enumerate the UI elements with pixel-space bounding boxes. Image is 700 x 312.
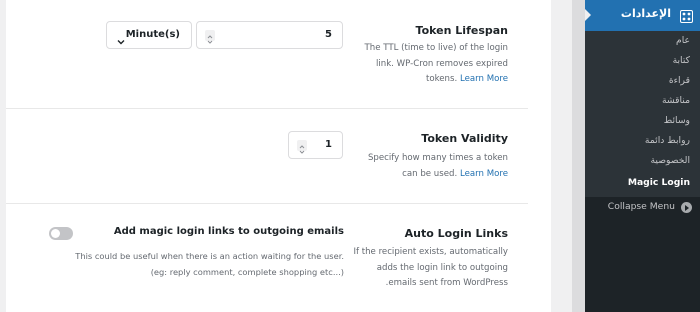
token-lifespan-desc-line: The TTL (time to live) of the login xyxy=(364,43,508,53)
token-lifespan-description: The TTL (time to live) of the login link… xyxy=(348,41,508,88)
settings-submenu: عام كتابة قراءة مناقشة وسائط روابط دائمة… xyxy=(585,31,700,197)
token-lifespan-input[interactable]: 5 xyxy=(196,21,343,49)
collapse-menu-button[interactable]: Collapse Menu xyxy=(585,197,700,219)
auto-login-title: Auto Login Links xyxy=(404,227,508,240)
lifespan-unit-select[interactable]: Minute(s) xyxy=(106,21,192,49)
settings-icon xyxy=(680,8,693,23)
divider xyxy=(6,203,528,204)
token-lifespan-desc-line: link. WP-Cron removes expired xyxy=(375,58,508,69)
collapse-icon xyxy=(681,202,692,213)
sidebar-item-privacy[interactable]: الخصوصية xyxy=(651,155,691,166)
token-lifespan-desc-tail: tokens. xyxy=(425,74,458,84)
token-validity-description: Specify how many times a token can be us… xyxy=(358,151,508,182)
sidebar-item-media[interactable]: وسائط xyxy=(664,115,690,126)
admin-sidebar: الإعدادات عام كتابة قراءة مناقشة وسائط ر… xyxy=(585,0,700,312)
auto-login-desc-line: adds the login link to outgoing xyxy=(376,262,508,273)
divider xyxy=(6,108,528,109)
auto-login-toggle[interactable] xyxy=(49,227,73,240)
auto-login-option-description: This could be useful when there is an ac… xyxy=(64,248,344,280)
sidebar-item-settings[interactable]: الإعدادات xyxy=(585,0,700,31)
chevron-down-icon xyxy=(117,31,125,45)
auto-login-option-title: Add magic login links to outgoing emails xyxy=(113,226,344,237)
active-indicator xyxy=(585,9,591,21)
token-validity-title: Token Validity xyxy=(421,132,508,145)
stepper-icon[interactable] xyxy=(205,30,215,44)
sidebar-item-discussion[interactable]: مناقشة xyxy=(662,95,690,106)
token-lifespan-desc-line: tokens. Learn More xyxy=(348,72,508,88)
sidebar-item-general[interactable]: عام xyxy=(676,35,690,46)
lifespan-unit-label: Minute(s) xyxy=(125,29,180,40)
toggle-knob xyxy=(51,229,60,238)
token-lifespan-value: 5 xyxy=(325,29,332,40)
sidebar-item-reading[interactable]: قراءة xyxy=(669,75,690,86)
stepper-icon[interactable] xyxy=(297,140,307,154)
token-lifespan-learn-more-link[interactable]: Learn More xyxy=(460,74,508,84)
sidebar-item-magic-login[interactable]: Magic Login xyxy=(628,177,690,188)
token-validity-desc-tail: can be used. xyxy=(402,168,458,179)
sidebar-item-writing[interactable]: كتابة xyxy=(673,55,690,66)
token-validity-desc-line: Specify how many times a token xyxy=(367,153,508,163)
auto-login-description: If the recipient exists, automatically a… xyxy=(328,245,508,292)
token-validity-value: 1 xyxy=(325,139,332,150)
scrollbar-track[interactable] xyxy=(572,0,585,312)
sidebar-item-permalinks[interactable]: روابط دائمة xyxy=(645,135,690,146)
auto-login-desc-line: emails sent from WordPress. xyxy=(385,278,508,288)
sidebar-header-label: الإعدادات xyxy=(620,7,671,20)
token-lifespan-title: Token Lifespan xyxy=(415,24,508,37)
auto-login-option-desc-line: This could be useful when there is an ac… xyxy=(75,251,344,261)
token-validity-learn-more-link[interactable]: Learn More xyxy=(460,169,508,179)
auto-login-desc-line: If the recipient exists, automatically xyxy=(353,247,508,257)
token-validity-input[interactable]: 1 xyxy=(288,131,343,159)
auto-login-option-desc-line: (eg: reply comment, complete shopping et… xyxy=(150,267,344,277)
collapse-menu-label: Collapse Menu xyxy=(607,201,675,212)
token-validity-desc-line: can be used. Learn More xyxy=(358,167,508,183)
